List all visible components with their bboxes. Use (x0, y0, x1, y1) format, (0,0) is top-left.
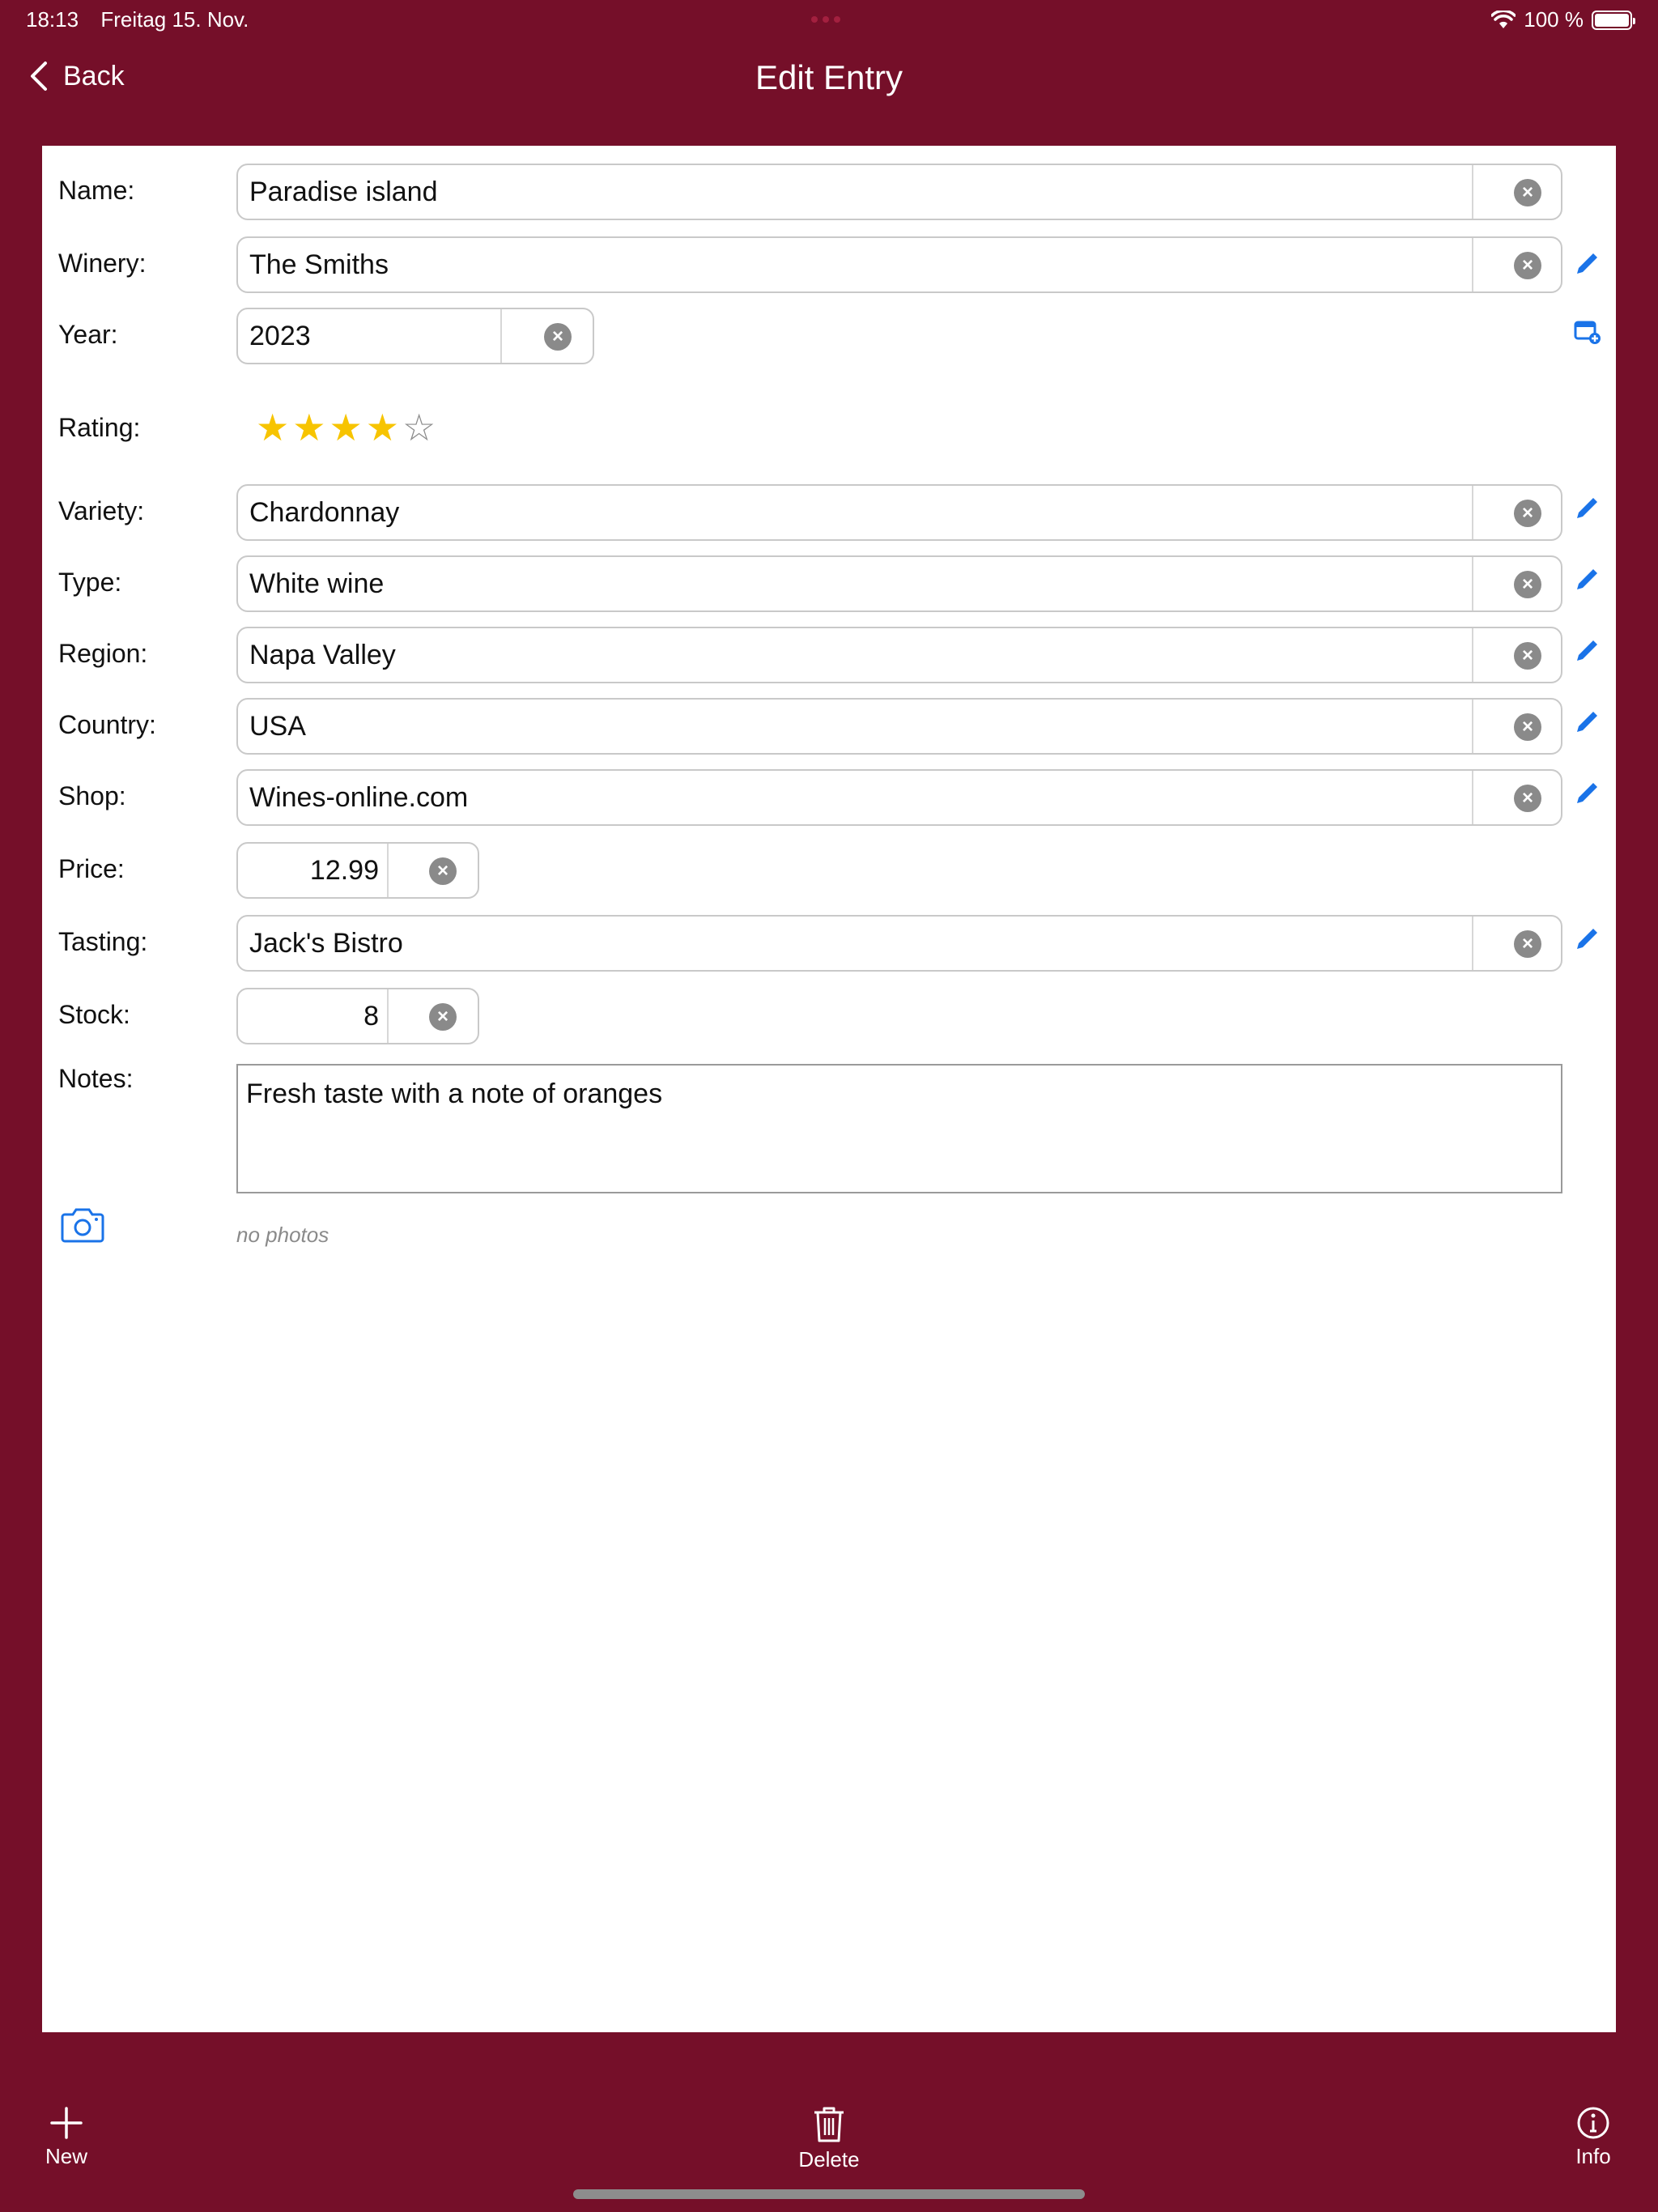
page-title: Edit Entry (755, 58, 903, 96)
status-bar: 18:13 Freitag 15. Nov. 100 % (0, 0, 1658, 39)
rating-stars[interactable]: ★ ★ ★ ★ ☆ (256, 405, 436, 450)
name-input[interactable] (249, 165, 1464, 219)
stock-label: Stock: (58, 1000, 130, 1029)
variety-label: Variety: (58, 496, 145, 525)
tasting-field: × (236, 915, 1562, 972)
nav-bar: Back Edit Entry (0, 39, 1658, 120)
tasting-label: Tasting: (58, 927, 148, 956)
delete-label: Delete (798, 2147, 860, 2172)
pencil-icon[interactable] (1571, 706, 1603, 738)
battery-icon (1592, 10, 1635, 30)
clear-icon[interactable]: × (429, 857, 457, 885)
region-field: × (236, 627, 1562, 683)
home-indicator[interactable] (573, 2189, 1085, 2199)
new-button[interactable]: New (42, 2105, 91, 2169)
pencil-icon[interactable] (1571, 777, 1603, 810)
region-input[interactable] (249, 628, 1464, 682)
winery-field: × (236, 236, 1562, 293)
edit-form: Name: × Winery: × Year: × (42, 146, 1616, 2032)
country-input[interactable] (249, 700, 1464, 753)
region-label: Region: (58, 639, 148, 668)
no-photos-text: no photos (236, 1223, 329, 1247)
type-input[interactable] (249, 557, 1464, 610)
price-field: × (236, 842, 479, 899)
variety-input[interactable] (249, 486, 1464, 539)
delete-button[interactable]: Delete (789, 2105, 869, 2172)
pencil-icon[interactable] (1571, 492, 1603, 525)
wifi-icon (1491, 10, 1516, 28)
year-label: Year: (58, 320, 118, 349)
clear-icon[interactable]: × (1514, 785, 1541, 812)
name-label: Name: (58, 176, 135, 205)
star-icon-3[interactable]: ★ (329, 405, 363, 450)
clear-icon[interactable]: × (1514, 571, 1541, 598)
shop-label: Shop: (58, 781, 126, 810)
notes-textarea[interactable]: Fresh taste with a note of oranges (236, 1064, 1562, 1193)
info-label: Info (1575, 2144, 1611, 2168)
clear-icon[interactable]: × (1514, 500, 1541, 527)
year-input[interactable] (249, 309, 492, 363)
clear-icon[interactable]: × (1514, 713, 1541, 741)
clear-icon[interactable]: × (429, 1003, 457, 1031)
stock-field: × (236, 988, 479, 1044)
shop-field: × (236, 769, 1562, 826)
year-field: × (236, 308, 594, 364)
clear-icon[interactable]: × (1514, 642, 1541, 670)
status-left: 18:13 Freitag 15. Nov. (26, 7, 249, 32)
status-right: 100 % (1491, 7, 1635, 32)
info-icon (1577, 2107, 1609, 2139)
price-input[interactable] (249, 844, 379, 897)
type-field: × (236, 555, 1562, 612)
price-label: Price: (58, 854, 125, 883)
shop-input[interactable] (249, 771, 1464, 824)
calendar-add-icon[interactable] (1571, 316, 1603, 348)
multitask-dots[interactable] (811, 16, 840, 23)
plus-icon (50, 2107, 83, 2139)
tasting-input[interactable] (249, 917, 1464, 970)
type-label: Type: (58, 568, 122, 597)
rating-label: Rating: (58, 413, 141, 442)
star-icon-2[interactable]: ★ (292, 405, 325, 450)
country-label: Country: (58, 710, 156, 739)
clear-icon[interactable]: × (544, 323, 572, 351)
winery-label: Winery: (58, 249, 147, 278)
pencil-icon[interactable] (1571, 923, 1603, 955)
pencil-icon[interactable] (1571, 248, 1603, 280)
clear-icon[interactable]: × (1514, 179, 1541, 206)
clear-icon[interactable]: × (1514, 930, 1541, 958)
star-icon-1[interactable]: ★ (256, 405, 289, 450)
camera-icon[interactable] (60, 1206, 105, 1244)
stock-input[interactable] (249, 989, 379, 1043)
status-date: Freitag 15. Nov. (100, 7, 249, 32)
new-label: New (45, 2144, 87, 2168)
clear-icon[interactable]: × (1514, 252, 1541, 279)
country-field: × (236, 698, 1562, 755)
trash-icon (814, 2107, 844, 2142)
pencil-icon[interactable] (1571, 635, 1603, 667)
star-icon-5[interactable]: ☆ (402, 405, 436, 450)
notes-label: Notes: (58, 1064, 134, 1093)
status-time: 18:13 (26, 7, 79, 32)
winery-input[interactable] (249, 238, 1464, 291)
star-icon-4[interactable]: ★ (366, 405, 399, 450)
battery-percent: 100 % (1524, 7, 1584, 32)
name-field: × (236, 164, 1562, 220)
info-button[interactable]: Info (1569, 2105, 1618, 2169)
pencil-icon[interactable] (1571, 564, 1603, 596)
variety-field: × (236, 484, 1562, 541)
